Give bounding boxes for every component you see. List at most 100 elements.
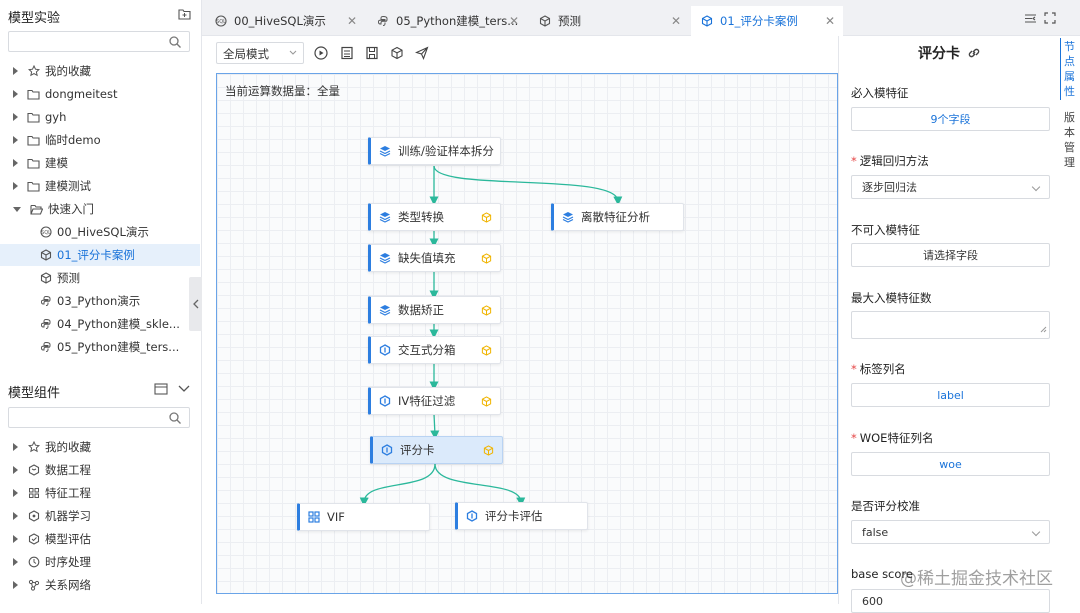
panel-layout-icon[interactable] — [154, 383, 168, 395]
close-tab-icon[interactable]: ✕ — [347, 14, 357, 28]
field-value: 逐步回归法 — [862, 181, 917, 194]
folder-icon — [27, 157, 40, 170]
tree-item-label: 03_Python演示 — [57, 294, 141, 308]
workflow-node[interactable]: 离散特征分析 — [551, 203, 684, 231]
tree-item[interactable]: 建模测试 — [0, 175, 200, 197]
field-input[interactable]: 9个字段 — [851, 107, 1050, 131]
feature-engineering-icon — [27, 487, 40, 500]
tree-item[interactable]: 我的收藏 — [0, 60, 200, 82]
tree-item[interactable]: 建模 — [0, 152, 200, 174]
workflow-node[interactable]: 评分卡评估 — [455, 502, 588, 530]
tree-item[interactable]: 01_评分卡案例 — [0, 244, 200, 266]
chevron-down-icon[interactable] — [178, 385, 190, 393]
workflow-node[interactable]: 评分卡 — [370, 436, 503, 464]
field-input[interactable]: woe — [851, 452, 1050, 476]
publish-send-icon[interactable] — [415, 46, 429, 60]
workflow-node[interactable]: 缺失值填充 — [368, 244, 501, 272]
caret-right-icon[interactable] — [13, 489, 18, 497]
field-select[interactable]: 逐步回归法 — [851, 175, 1050, 199]
tree-item[interactable]: SQL 00_HiveSQL演示 — [0, 221, 200, 243]
caret-right-icon[interactable] — [13, 113, 18, 121]
component-category[interactable]: 特征工程 — [0, 482, 200, 504]
watermark: @稀土掘金技术社区 — [900, 569, 1053, 589]
caret-right-icon[interactable] — [13, 182, 18, 190]
caret-right-icon[interactable] — [13, 159, 18, 167]
tree-item[interactable]: 04_Python建模_skle... — [0, 313, 200, 335]
component-category[interactable]: 关系网络 — [0, 574, 200, 596]
save-icon[interactable] — [340, 46, 354, 60]
component-search-input[interactable] — [8, 407, 190, 428]
tab-version-management[interactable]: 版本管理 — [1064, 110, 1076, 170]
side-tabs: 节点属性 版本管理 — [1060, 36, 1080, 604]
caret-right-icon[interactable] — [13, 581, 18, 589]
caret-right-icon[interactable] — [13, 67, 18, 75]
caret-right-icon[interactable] — [13, 535, 18, 543]
workflow-node-label: 评分卡 — [400, 443, 435, 457]
run-icon[interactable] — [314, 46, 328, 60]
workflow-node[interactable]: 类型转换 — [368, 203, 501, 231]
component-category[interactable]: 我的收藏 — [0, 436, 200, 458]
experiment-search-input[interactable] — [8, 31, 190, 52]
collapse-panel-icon[interactable] — [1024, 13, 1037, 24]
new-folder-icon[interactable] — [178, 8, 191, 20]
tab[interactable]: SQL 00_HiveSQL演示 ✕ — [205, 6, 365, 36]
resize-handle-icon[interactable] — [1040, 323, 1047, 336]
fullscreen-icon[interactable] — [1044, 12, 1056, 24]
panel-header: 评分卡 — [839, 36, 1060, 70]
field-input[interactable]: 请选择字段 — [851, 243, 1050, 267]
tree-item[interactable]: 预测 — [0, 267, 200, 289]
field-label-text: 逻辑回归方法 — [859, 154, 929, 168]
close-tab-icon[interactable]: ✕ — [671, 14, 681, 28]
workflow-canvas[interactable]: 当前运算数据量：全量 训练/验证样本拆分 类型转换 离散特征分析 缺失值填充 数据矫正交… — [216, 73, 838, 594]
field-select[interactable]: false — [851, 520, 1050, 544]
field-label: 是否评分校准 — [851, 498, 920, 514]
properties-panel: 评分卡 必入模特征 9个字段 * 逻辑回归方法 逐步回归法 不可入模特征 请选择字段 最大入模… — [838, 36, 1060, 613]
tree-item[interactable]: gyh — [0, 106, 200, 128]
caret-right-icon[interactable] — [13, 136, 18, 144]
workflow-node-label: 缺失值填充 — [398, 251, 456, 265]
component-category[interactable]: 机器学习 — [0, 505, 200, 527]
save-as-icon[interactable] — [365, 46, 379, 60]
tree-item-label: 00_HiveSQL演示 — [57, 225, 149, 239]
caret-right-icon[interactable] — [13, 443, 18, 451]
component-category[interactable]: 时序处理 — [0, 551, 200, 573]
collapse-sidebar-handle[interactable] — [189, 277, 202, 331]
tab[interactable]: 预测 ✕ — [529, 6, 689, 36]
field-textarea[interactable] — [851, 311, 1050, 339]
tree-item[interactable]: 03_Python演示 — [0, 290, 200, 312]
star-icon — [27, 65, 40, 78]
warning-cube-icon — [481, 305, 492, 316]
tree-item[interactable]: 快速入门 — [0, 198, 200, 220]
workflow-node[interactable]: IV特征过滤 — [368, 387, 501, 415]
field-input[interactable]: 600 — [851, 589, 1050, 613]
deploy-cube-icon[interactable] — [390, 46, 404, 60]
network-icon — [27, 579, 40, 592]
caret-right-icon[interactable] — [13, 558, 18, 566]
tree-item-label: 快速入门 — [48, 202, 94, 216]
close-tab-icon[interactable]: ✕ — [825, 14, 835, 28]
workflow-node[interactable]: 数据矫正 — [368, 296, 501, 324]
component-category[interactable]: 模型评估 — [0, 528, 200, 550]
workflow-node-label: 离散特征分析 — [581, 210, 650, 224]
tab[interactable]: 05_Python建模_ters... ✕ — [367, 6, 527, 36]
caret-right-icon[interactable] — [13, 512, 18, 520]
component-category-label: 数据工程 — [45, 463, 91, 477]
caret-right-icon[interactable] — [13, 90, 18, 98]
tab-node-properties[interactable]: 节点属性 — [1064, 39, 1076, 99]
tree-item[interactable]: 临时demo — [0, 129, 200, 151]
warning-cube-icon — [483, 445, 494, 456]
link-icon[interactable] — [967, 46, 981, 60]
tree-item[interactable]: 05_Python建模_ters... — [0, 336, 200, 358]
required-marker: * — [851, 154, 857, 168]
workflow-node[interactable]: 交互式分箱 — [368, 336, 501, 364]
mode-select[interactable]: 全局模式 — [216, 42, 304, 64]
workflow-node[interactable]: 训练/验证样本拆分 — [368, 137, 501, 165]
close-tab-icon[interactable]: ✕ — [509, 14, 519, 28]
caret-down-icon[interactable] — [13, 206, 21, 212]
tab[interactable]: 01_评分卡案例 ✕ — [691, 6, 843, 36]
workflow-node[interactable]: VIF — [297, 503, 430, 531]
field-input[interactable]: label — [851, 383, 1050, 407]
component-category[interactable]: 数据工程 — [0, 459, 200, 481]
caret-right-icon[interactable] — [13, 466, 18, 474]
tree-item[interactable]: dongmeitest — [0, 83, 200, 105]
